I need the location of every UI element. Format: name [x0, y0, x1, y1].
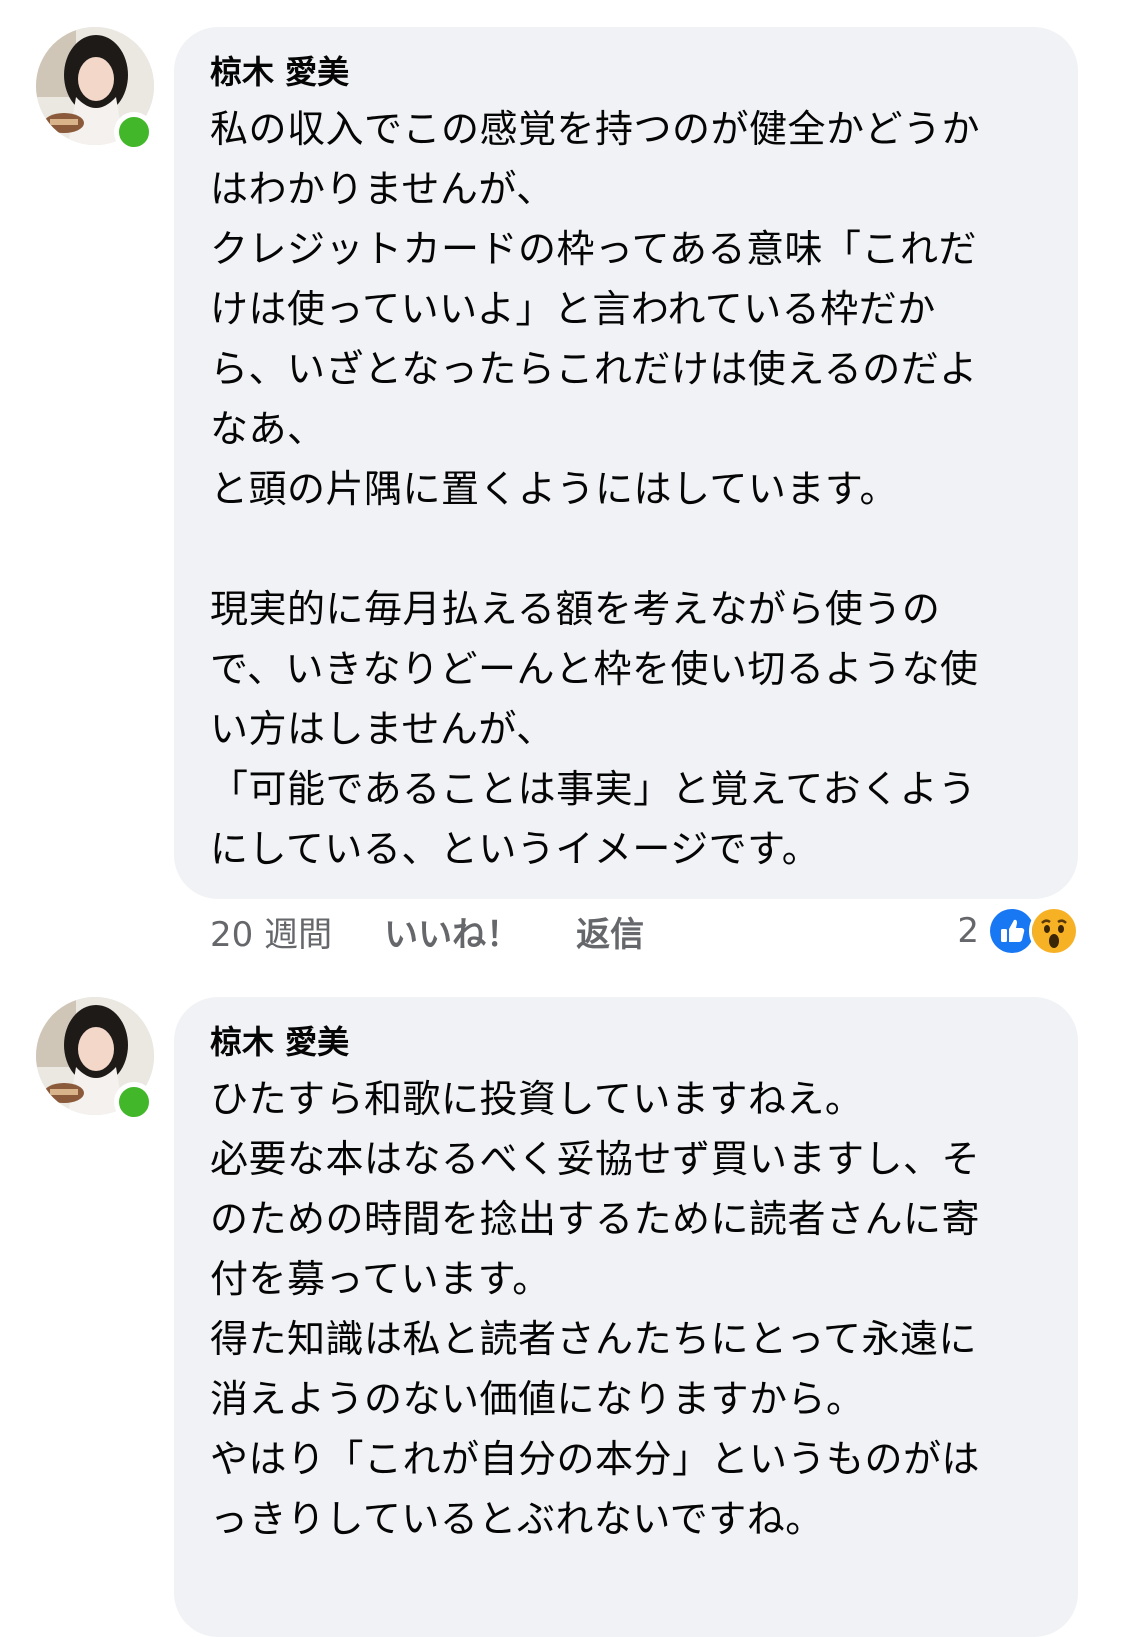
wow-icon	[1029, 906, 1079, 956]
reply-button[interactable]: 返信	[576, 907, 644, 956]
online-status-indicator	[114, 112, 154, 152]
comment-actions: 20 週間 いいね！ 返信 2	[210, 906, 1079, 956]
comment-bubble: 椋木 愛美 ひたすら和歌に投資していますねえ。 必要な本はなるべく妥協せず買いま…	[174, 997, 1078, 1637]
comment-timestamp[interactable]: 20 週間	[210, 907, 332, 956]
comment-author[interactable]: 椋木 愛美	[210, 49, 1048, 95]
comment-author[interactable]: 椋木 愛美	[210, 1019, 1048, 1065]
like-button[interactable]: いいね！	[384, 907, 520, 956]
comment-bubble: 椋木 愛美 私の収入でこの感覚を持つのが健全かどうか はわかりませんが、 クレジ…	[174, 27, 1078, 899]
online-status-indicator	[114, 1082, 154, 1122]
comment-text: ひたすら和歌に投資していますねえ。 必要な本はなるべく妥協せず買いますし、そ の…	[210, 1077, 981, 1541]
comment-text: 私の収入でこの感覚を持つのが健全かどうか はわかりませんが、 クレジットカードの…	[210, 107, 981, 871]
reaction-count: 2	[957, 911, 979, 951]
reaction-summary[interactable]: 2	[957, 906, 1079, 956]
